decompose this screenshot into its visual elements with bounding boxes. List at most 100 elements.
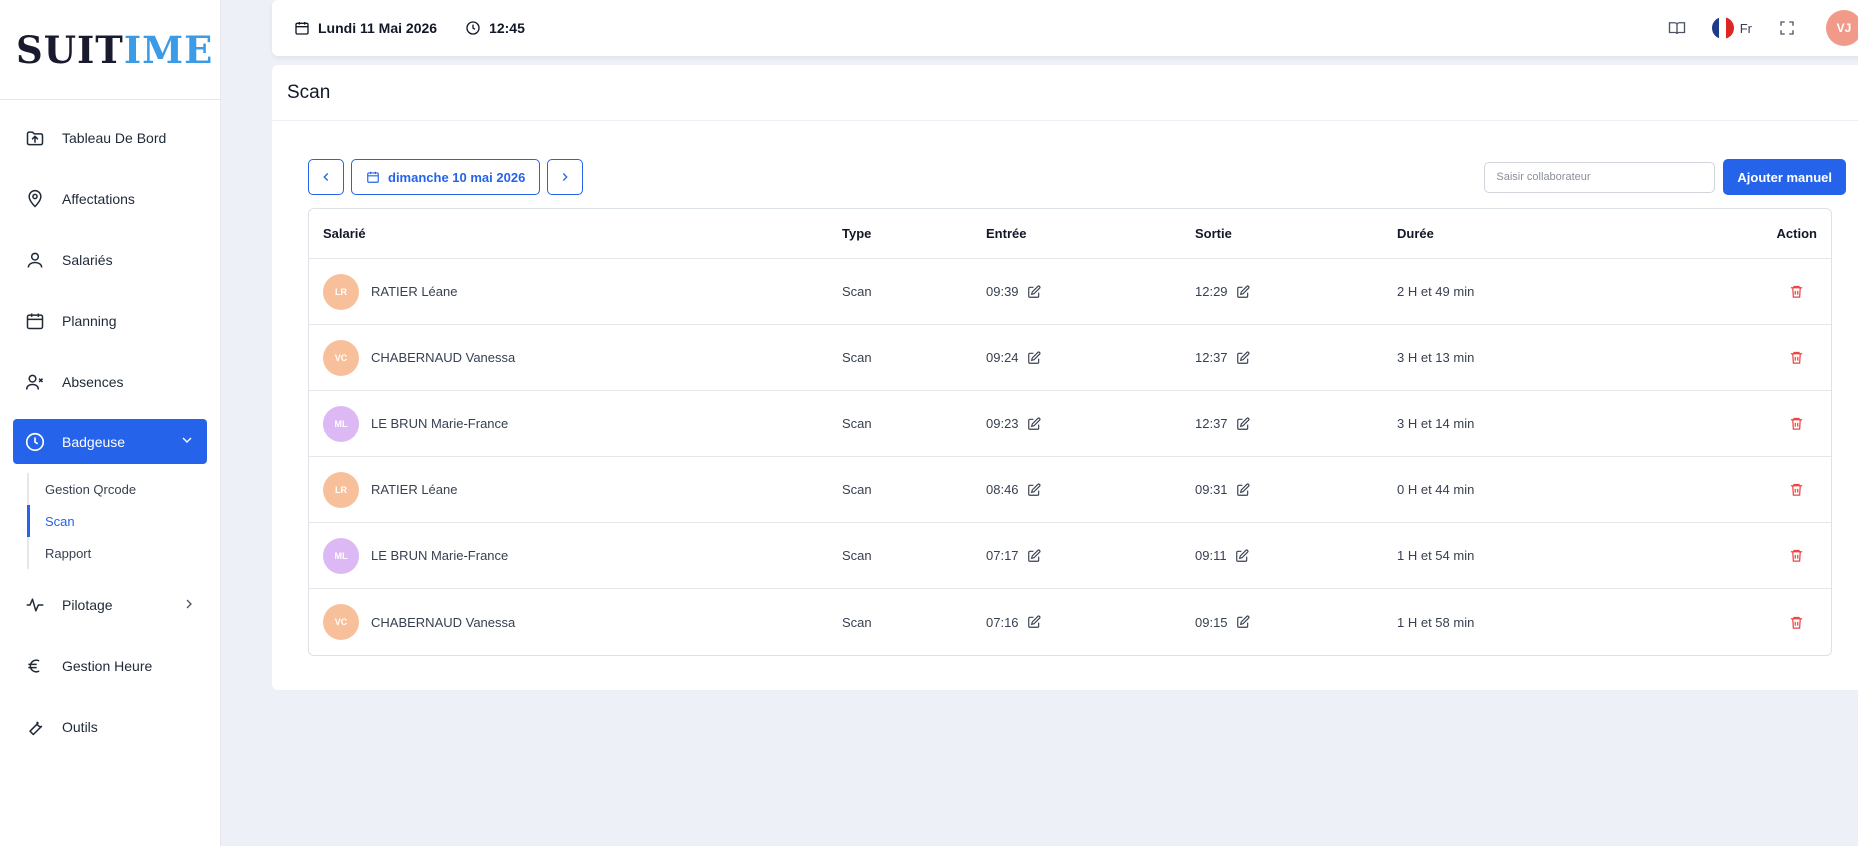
clock-icon — [466, 21, 480, 35]
header-duration[interactable]: Durée — [1397, 226, 1647, 241]
sidebar-item-tableau-de-bord[interactable]: Tableau De Bord — [13, 114, 207, 162]
clock-icon — [24, 431, 46, 453]
header-entry[interactable]: Entrée — [986, 226, 1195, 241]
sidebar-item-salaries[interactable]: Salariés — [13, 236, 207, 284]
employee-cell: ML LE BRUN Marie-France — [309, 405, 842, 442]
sidebar-item-pilotage[interactable]: Pilotage — [13, 581, 207, 629]
sidebar-item-planning[interactable]: Planning — [13, 297, 207, 345]
action-cell — [1647, 416, 1831, 431]
book-icon[interactable] — [1668, 19, 1686, 37]
sidebar-item-badgeuse[interactable]: Badgeuse — [13, 419, 207, 464]
folder-upload-icon — [24, 127, 46, 149]
page-title: Scan — [272, 65, 1858, 121]
sidebar-item-affectations[interactable]: Affectations — [13, 175, 207, 223]
sidebar-subitem-rapport[interactable]: Rapport — [29, 537, 207, 569]
sidebar-subitem-gestion-qrcode[interactable]: Gestion Qrcode — [29, 473, 207, 505]
type-cell: Scan — [842, 284, 872, 299]
type-cell: Scan — [842, 350, 872, 365]
delete-icon[interactable] — [1789, 284, 1804, 299]
action-cell — [1647, 482, 1831, 497]
employee-avatar: VC — [323, 604, 359, 640]
edit-entry-icon[interactable] — [1027, 615, 1041, 629]
euro-icon — [24, 655, 46, 677]
sidebar-item-label: Outils — [62, 719, 98, 735]
edit-exit-icon[interactable] — [1235, 549, 1249, 563]
delete-icon[interactable] — [1789, 350, 1804, 365]
add-manual-button[interactable]: Ajouter manuel — [1723, 159, 1846, 195]
calendar-icon — [295, 22, 309, 35]
entry-time: 09:23 — [986, 416, 1019, 431]
sidebar-item-label: Absences — [62, 374, 124, 390]
employee-name: CHABERNAUD Vanessa — [371, 614, 516, 630]
table-header: Salarié Type Entrée Sortie Durée Action — [309, 209, 1831, 259]
date-picker-button[interactable]: dimanche 10 mai 2026 — [351, 159, 541, 195]
edit-exit-icon[interactable] — [1236, 417, 1250, 431]
header-employee[interactable]: Salarié — [309, 226, 842, 241]
entry-time: 07:17 — [986, 548, 1019, 563]
logo[interactable]: SUITIME — [0, 0, 220, 100]
badgeuse-submenu: Gestion Qrcode Scan Rapport — [27, 473, 207, 569]
employee-avatar: LR — [323, 471, 359, 508]
collaborator-search-input[interactable] — [1484, 161, 1716, 193]
edit-exit-icon[interactable] — [1236, 351, 1250, 365]
edit-exit-icon[interactable] — [1236, 483, 1250, 497]
language-selector[interactable]: Fr — [1711, 17, 1752, 39]
entry-time: 09:39 — [986, 284, 1019, 299]
previous-day-button[interactable] — [308, 159, 344, 195]
employee-avatar: ML — [323, 405, 359, 442]
delete-icon[interactable] — [1789, 482, 1804, 497]
exit-time: 12:29 — [1195, 284, 1228, 299]
duration-cell: 3 H et 13 min — [1397, 350, 1475, 365]
user-avatar[interactable]: VJ — [1826, 10, 1858, 46]
header-exit[interactable]: Sortie — [1195, 226, 1397, 241]
date-navigation: dimanche 10 mai 2026 — [308, 159, 584, 195]
edit-exit-icon[interactable] — [1236, 285, 1250, 299]
logo-text: SUITIME — [16, 27, 214, 72]
table-row: VC CHABERNAUD Vanessa Scan 07:16 09:15 1… — [309, 589, 1831, 655]
entry-time: 08:46 — [986, 482, 1019, 497]
employee-cell: VC CHABERNAUD Vanessa — [309, 604, 842, 640]
exit-cell: 12:29 — [1195, 284, 1397, 299]
duration-cell: 0 H et 44 min — [1397, 482, 1475, 497]
type-cell: Scan — [842, 416, 872, 431]
edit-exit-icon[interactable] — [1236, 615, 1250, 629]
fullscreen-icon[interactable] — [1778, 19, 1796, 37]
type-cell: Scan — [842, 548, 872, 563]
table-row: ML LE BRUN Marie-France Scan 07:17 09:11… — [309, 523, 1831, 589]
edit-entry-icon[interactable] — [1027, 285, 1041, 299]
delete-icon[interactable] — [1789, 615, 1804, 630]
exit-time: 09:11 — [1195, 548, 1227, 563]
current-time-text: 12:45 — [489, 20, 525, 36]
employee-name: LE BRUN Marie-France — [371, 416, 509, 431]
entry-cell: 07:16 — [986, 615, 1195, 630]
delete-icon[interactable] — [1789, 548, 1804, 563]
entry-cell: 07:17 — [986, 548, 1195, 563]
edit-entry-icon[interactable] — [1027, 483, 1041, 497]
sidebar-subitem-scan[interactable]: Scan — [27, 505, 207, 537]
next-day-button[interactable] — [547, 159, 584, 195]
edit-entry-icon[interactable] — [1027, 549, 1041, 563]
sidebar-item-label: Salariés — [62, 252, 113, 268]
edit-entry-icon[interactable] — [1027, 417, 1041, 431]
sidebar-item-gestion-heure[interactable]: Gestion Heure — [13, 642, 207, 690]
delete-icon[interactable] — [1789, 416, 1804, 431]
current-date-text: Lundi 11 Mai 2026 — [318, 20, 438, 36]
chevron-left-icon — [323, 173, 329, 181]
table-row: ML LE BRUN Marie-France Scan 09:23 12:37… — [309, 391, 1831, 457]
chevron-down-icon — [179, 432, 195, 451]
edit-entry-icon[interactable] — [1027, 351, 1041, 365]
activity-icon — [24, 594, 46, 616]
sidebar: SUITIME Tableau De Bord Affectations Sal… — [0, 0, 221, 846]
sidebar-item-label: Badgeuse — [62, 433, 126, 450]
entry-time: 07:16 — [986, 614, 1019, 630]
header-type[interactable]: Type — [842, 226, 986, 241]
table-actions: Ajouter manuel — [1484, 159, 1846, 195]
action-cell — [1647, 284, 1831, 299]
employee-cell: LR RATIER Léane — [309, 471, 842, 508]
exit-cell: 12:37 — [1195, 350, 1397, 365]
scan-card: Scan dimanche 10 mai 2026 Ajouter manuel… — [272, 65, 1858, 690]
sidebar-item-outils[interactable]: Outils — [13, 703, 207, 751]
entry-time: 09:24 — [986, 350, 1019, 365]
sidebar-item-absences[interactable]: Absences — [13, 358, 207, 406]
exit-time: 09:31 — [1195, 482, 1228, 497]
